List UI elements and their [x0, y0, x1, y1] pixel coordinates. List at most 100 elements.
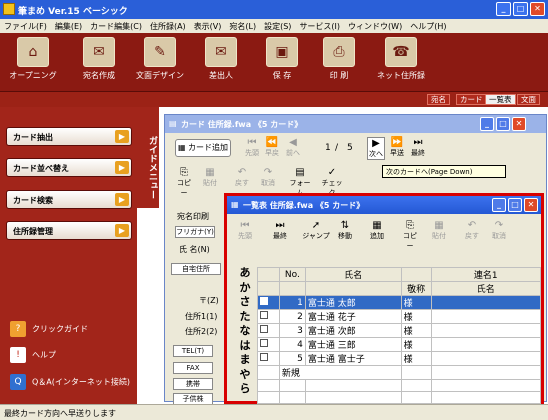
toolbar-design-button[interactable]: ✎ 文面デザイン — [131, 36, 189, 89]
row-no: 4 — [278, 337, 306, 352]
list-last-button[interactable]: ⏭ 最終 — [270, 220, 290, 241]
list-close-button[interactable]: ✕ — [524, 198, 538, 212]
list-paste-button[interactable]: ▦ 貼付 — [429, 220, 449, 241]
mode-address-button[interactable]: 宛名 — [427, 94, 450, 105]
kana-a-button[interactable]: あ — [234, 266, 256, 281]
kana-ta-button[interactable]: た — [234, 310, 256, 325]
list-cancel-button[interactable]: ↷ 取消 — [489, 220, 509, 241]
menu-help[interactable]: ヘルプ(H) — [406, 21, 450, 32]
toolbar-net-address-book-button[interactable]: ☎ ネット住所録 — [368, 36, 434, 89]
qa-link[interactable]: Q Q＆A(インターネット接続) — [10, 374, 130, 390]
row-checkbox[interactable] — [257, 295, 280, 310]
table-row[interactable]: 3 富士通 次郎 様 — [257, 323, 542, 338]
card-undo-button[interactable]: ↶ 戻す — [233, 167, 251, 188]
table-header-row: No. 氏名 連名1 — [257, 267, 542, 282]
kana-ma-button[interactable]: ま — [234, 353, 256, 368]
address-book-manage-button[interactable]: 住所録管理 ▶ — [6, 221, 132, 240]
row-checkbox[interactable] — [257, 323, 280, 338]
card-search-button[interactable]: カード検索 ▶ — [6, 190, 132, 209]
kana-ka-button[interactable]: か — [234, 281, 256, 296]
card-copy-button[interactable]: ⎘ コピー — [175, 167, 193, 198]
toolbar-address-create-button[interactable]: ✉ 宛名作成 — [70, 36, 128, 89]
help-link[interactable]: ! ヘルプ — [10, 347, 56, 363]
next-card-button[interactable]: ▶ 次へ — [367, 137, 385, 160]
fax-button[interactable]: FAX — [173, 362, 213, 374]
kana-ya-button[interactable]: や — [234, 368, 256, 383]
card-minimize-button[interactable]: _ — [480, 117, 494, 131]
empty-cell — [257, 379, 280, 392]
fast-forward-button[interactable]: ⏩ 早送 — [388, 137, 406, 158]
cancel-icon: ↷ — [263, 167, 273, 178]
list-add-button[interactable]: ▦ 追加 — [367, 220, 387, 241]
kana-ha-button[interactable]: は — [234, 339, 256, 354]
table-row[interactable]: 5 富士通 富士子 様 — [257, 351, 542, 366]
opening-icon: ⌂ — [17, 37, 49, 67]
list-maximize-button[interactable]: □ — [508, 198, 522, 212]
table-row[interactable]: 2 富士通 花子 様 — [257, 309, 542, 324]
paste-icon: ▦ — [205, 167, 215, 178]
card-paste-button[interactable]: ▦ 貼付 — [201, 167, 219, 188]
row-checkbox[interactable] — [257, 309, 280, 324]
guide-menu-tab[interactable]: ガイドメニュー — [137, 107, 159, 208]
click-guide-link[interactable]: ? クリックガイド — [10, 321, 88, 337]
menu-view[interactable]: 表示(V) — [190, 21, 226, 32]
new-row-label[interactable]: 新規 — [278, 365, 402, 380]
address-list-table: No. 氏名 連名1 敬称 氏名 1 富士通 太郎 様 2 富士通 花子 様 3… — [257, 267, 542, 404]
row-checkbox[interactable] — [257, 337, 280, 352]
prev-card-button[interactable]: ◀ 前へ — [284, 137, 302, 158]
menu-card-edit[interactable]: カード編集(C) — [86, 21, 146, 32]
menu-address[interactable]: 宛名(L) — [225, 21, 260, 32]
first-card-button[interactable]: ⏮ 先頭 — [243, 137, 261, 158]
row-name: 富士通 三郎 — [304, 337, 402, 352]
tel-button[interactable]: TEL(T) — [173, 345, 213, 357]
home-address-tab[interactable]: 自宅住所 — [171, 263, 221, 275]
fast-forward-icon: ⏩ — [390, 137, 404, 148]
card-maximize-button[interactable]: □ — [496, 117, 510, 131]
menu-settings[interactable]: 設定(S) — [260, 21, 295, 32]
copy-icon: ⎘ — [180, 167, 188, 178]
kana-ra-button[interactable]: ら — [234, 382, 256, 397]
card-close-button[interactable]: ✕ — [512, 117, 526, 131]
table-row[interactable]: 4 富士通 三郎 様 — [257, 337, 542, 352]
arrow-right-icon: ▶ — [115, 193, 129, 206]
card-sort-button[interactable]: カード並べ替え ▶ — [6, 158, 132, 177]
menu-window[interactable]: ウィンドウ(W) — [344, 21, 406, 32]
menu-file[interactable]: ファイル(F) — [0, 21, 51, 32]
guide-button-label: カード抽出 — [13, 133, 53, 142]
toolbar-sender-button[interactable]: ✉ 差出人 — [192, 36, 250, 89]
row-name: 富士通 富士子 — [304, 351, 402, 366]
list-jump-button[interactable]: ➚ ジャンプ — [302, 220, 330, 241]
furigana-button[interactable]: フリガナ(Y) — [175, 226, 215, 238]
kana-na-button[interactable]: な — [234, 324, 256, 339]
list-minimize-button[interactable]: _ — [492, 198, 506, 212]
kana-sa-button[interactable]: さ — [234, 295, 256, 310]
menu-address-book[interactable]: 住所録(A) — [146, 21, 190, 32]
card-extract-button[interactable]: カード抽出 ▶ — [6, 127, 132, 146]
table-row-new[interactable]: 新規 — [257, 365, 542, 380]
fast-back-button[interactable]: ⏪ 早戻 — [263, 137, 281, 158]
mode-card-button[interactable]: カード — [456, 94, 487, 105]
menu-service[interactable]: サービス(I) — [295, 21, 344, 32]
last-card-button[interactable]: ⏭ 最終 — [409, 137, 427, 158]
mobile-button[interactable]: 携帯 — [173, 378, 213, 390]
toolbar-print-button[interactable]: ⎙ 印 刷 — [310, 36, 368, 89]
list-copy-button[interactable]: ⎘ コピー — [400, 220, 420, 251]
toolbar-save-button[interactable]: ▣ 保 存 — [253, 36, 311, 89]
list-move-button[interactable]: ⇅ 移動 — [335, 220, 355, 241]
print-icon: ⎙ — [323, 37, 355, 67]
toolbar-opening-button[interactable]: ⌂ オープニング — [4, 36, 62, 89]
close-button[interactable]: ✕ — [530, 2, 545, 16]
minimize-button[interactable]: _ — [496, 2, 511, 16]
list-first-button[interactable]: ⏮ 先頭 — [235, 220, 255, 241]
table-row[interactable]: 1 富士通 太郎 様 — [257, 295, 542, 310]
maximize-button[interactable]: □ — [513, 2, 528, 16]
app-icon — [3, 3, 15, 15]
menu-edit[interactable]: 編集(E) — [51, 21, 86, 32]
checkbox-icon — [260, 297, 268, 305]
card-cancel-button[interactable]: ↷ 取消 — [259, 167, 277, 188]
list-undo-button[interactable]: ↶ 戻す — [462, 220, 482, 241]
add-card-button[interactable]: ▦ カード追加 — [175, 139, 231, 157]
row-checkbox[interactable] — [257, 351, 280, 366]
mode-list-button[interactable]: 一覧表 — [485, 94, 516, 105]
mode-text-button[interactable]: 文面 — [517, 94, 540, 105]
